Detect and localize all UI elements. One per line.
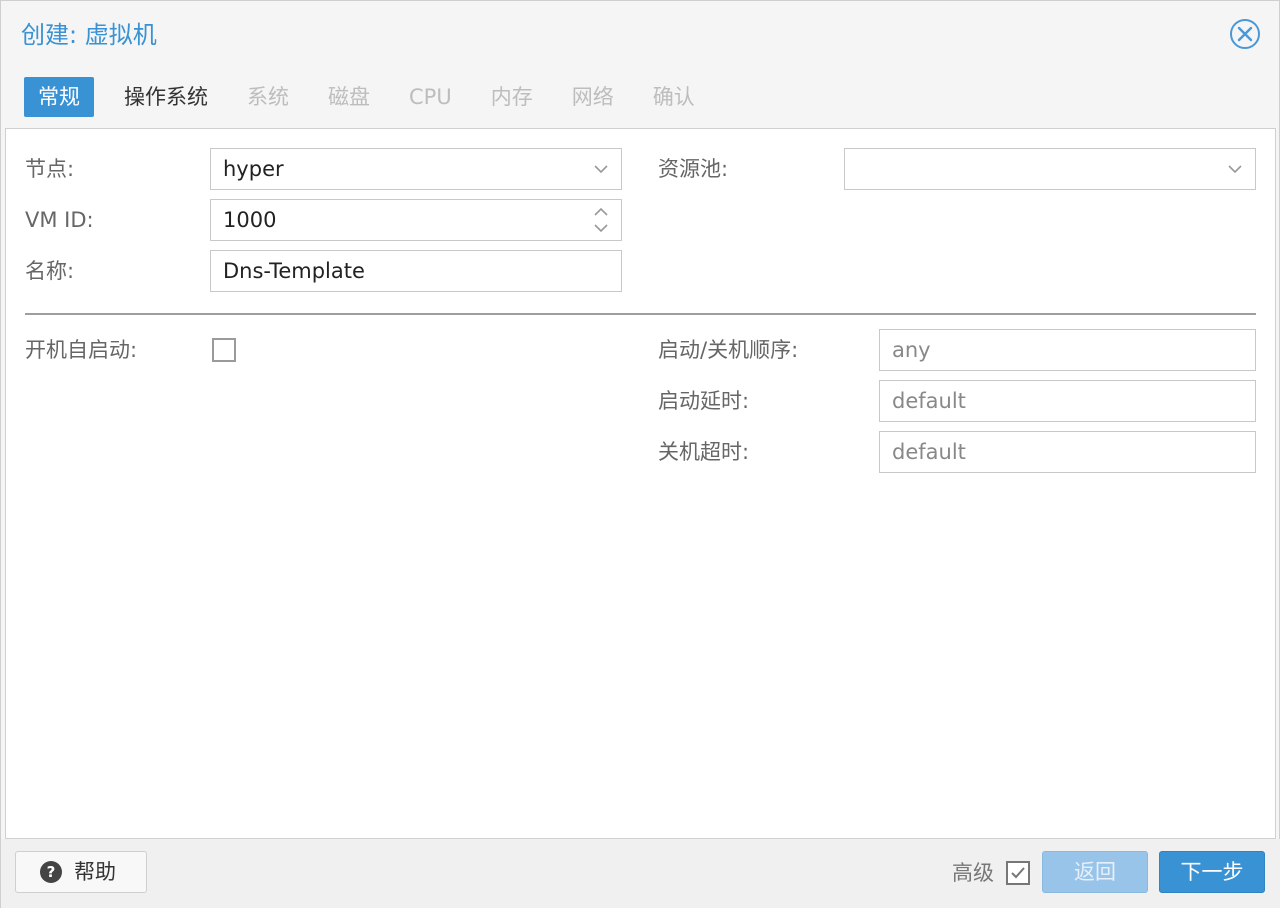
node-value: hyper	[223, 157, 284, 181]
name-label: 名称:	[25, 259, 75, 283]
shutdown-timeout-input[interactable]: default	[879, 431, 1256, 473]
startup-order-label: 启动/关机顺序:	[658, 338, 799, 362]
wizard-tabs: 常规 操作系统 系统 磁盘 CPU 内存 网络 确认	[24, 77, 721, 119]
shutdown-timeout-label: 关机超时:	[658, 440, 750, 464]
name-value: Dns-Template	[223, 259, 365, 283]
shutdown-timeout-placeholder: default	[892, 440, 966, 464]
tab-disk: 磁盘	[328, 85, 370, 109]
chevron-down-icon	[594, 165, 608, 174]
name-input[interactable]: Dns-Template	[210, 250, 622, 292]
tab-general[interactable]: 常规	[24, 77, 94, 117]
tab-memory: 内存	[490, 85, 533, 109]
help-button-label: 帮助	[74, 860, 116, 884]
pool-label: 资源池:	[658, 157, 729, 181]
pool-select[interactable]	[844, 148, 1256, 190]
close-icon[interactable]	[1230, 19, 1260, 49]
startup-delay-placeholder: default	[892, 389, 966, 413]
tab-system: 系统	[247, 85, 289, 109]
node-label: 节点:	[25, 157, 75, 181]
vmid-label: VM ID:	[25, 208, 94, 232]
vmid-spinner[interactable]: 1000	[210, 199, 622, 241]
onboot-label: 开机自启动:	[25, 338, 138, 362]
back-button: 返回	[1042, 851, 1148, 893]
tab-cpu: CPU	[409, 85, 452, 109]
checkmark-icon	[1011, 867, 1025, 879]
advanced-checkbox[interactable]	[1006, 861, 1030, 885]
tab-network: 网络	[571, 85, 614, 109]
question-icon: ?	[40, 861, 62, 883]
startup-delay-label: 启动延时:	[658, 389, 750, 413]
node-select[interactable]: hyper	[210, 148, 622, 190]
next-button[interactable]: 下一步	[1159, 851, 1265, 893]
tab-os[interactable]: 操作系统	[111, 77, 221, 117]
section-divider	[25, 313, 1256, 315]
dialog-footer: ? 帮助 高级 返回 下一步	[1, 839, 1280, 908]
chevron-down-icon	[1228, 165, 1242, 174]
tab-confirm: 确认	[652, 85, 695, 109]
spinner-arrows-icon[interactable]	[593, 206, 609, 234]
form-panel: 节点: hyper VM ID: 1000 名称: Dns-Template 资…	[5, 128, 1276, 839]
startup-delay-input[interactable]: default	[879, 380, 1256, 422]
startup-order-input[interactable]: any	[879, 329, 1256, 371]
create-vm-dialog: 创建: 虚拟机 常规 操作系统 系统 磁盘 CPU 内存 网络 确认 节点: h…	[0, 0, 1280, 908]
help-button[interactable]: ? 帮助	[15, 851, 147, 893]
advanced-label: 高级	[952, 861, 994, 885]
onboot-checkbox[interactable]	[212, 338, 236, 362]
dialog-title: 创建: 虚拟机	[21, 21, 157, 49]
startup-order-placeholder: any	[892, 338, 931, 362]
vmid-value: 1000	[223, 208, 277, 232]
